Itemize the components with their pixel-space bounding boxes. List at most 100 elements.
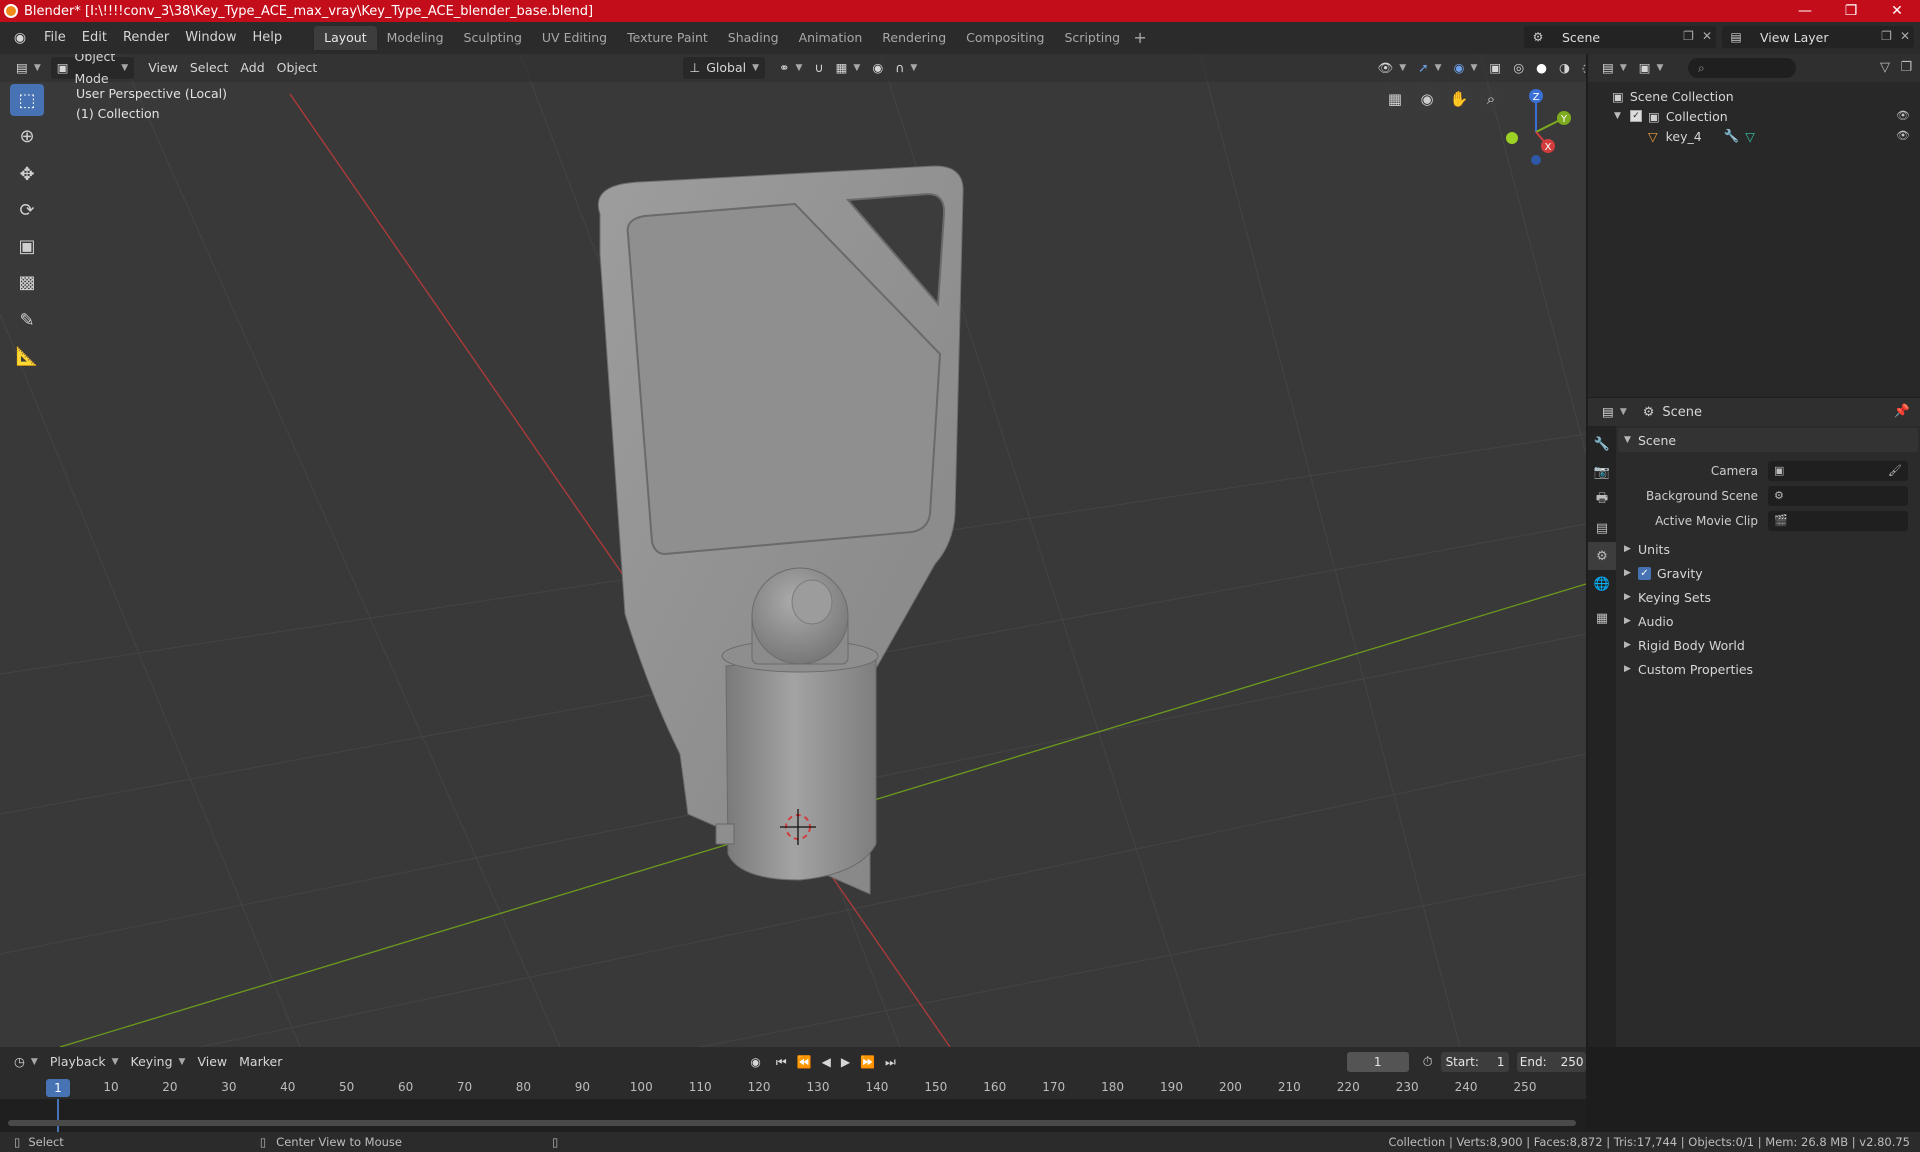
tab-sculpting[interactable]: Sculpting [454,26,532,50]
playhead-frame-marker[interactable]: 1 [46,1079,70,1097]
gizmo-toggle-icon[interactable]: ➚ ▼ [1412,57,1447,79]
duplicate-icon[interactable]: ❐ [1881,29,1892,43]
pivot-point-icon[interactable]: ⚭ ▼ [773,57,808,79]
shading-material-icon[interactable]: ◑ [1553,57,1576,79]
checkbox-icon[interactable]: ✓ [1630,110,1642,122]
expand-arrow-icon[interactable]: ▼ [1614,111,1630,121]
shading-wireframe-icon[interactable]: ◎ [1507,57,1530,79]
playback-menu[interactable]: Playback ▼ [44,1051,125,1073]
measure-tool-icon[interactable]: 📐 [10,340,44,372]
blender-menu-icon[interactable]: ◉ [10,28,30,48]
next-keyframe-icon[interactable]: ⏩ [860,1055,875,1069]
navigation-gizmo[interactable]: Z Y X [1492,84,1582,174]
texture-tab-icon[interactable]: ▦ [1588,604,1616,632]
close-icon[interactable]: ✕ [1874,0,1920,22]
gravity-panel[interactable]: ▶ ✓ Gravity [1618,561,1920,585]
tool-tab-icon[interactable]: 🔧 [1588,430,1616,458]
rigid-body-world-panel[interactable]: ▶ Rigid Body World [1618,633,1920,657]
tab-uv-editing[interactable]: UV Editing [532,26,617,50]
current-frame-field[interactable]: 1 [1346,1052,1409,1072]
eye-icon[interactable]: 👁 [1896,129,1910,142]
outliner-row-key-4[interactable]: ▽ key_4 🔧 ▽ 👁 [1588,126,1920,146]
annotate-tool-icon[interactable]: ✎ [10,304,44,336]
tab-layout[interactable]: Layout [314,26,377,50]
menu-file[interactable]: File [36,26,74,50]
menu-help[interactable]: Help [245,26,291,50]
shading-rendered-icon[interactable]: ◌▼ [1576,57,1586,79]
tab-modeling[interactable]: Modeling [377,26,454,50]
add-workspace-button[interactable]: + [1130,26,1150,50]
display-mode-icon[interactable]: ▣ ▼ [1633,57,1670,79]
grid-view-icon[interactable]: ▦ [1382,86,1408,112]
pan-hand-icon[interactable]: ✋ [1446,86,1472,112]
snap-icon[interactable]: ∪ [808,57,829,79]
background-scene-field[interactable]: ⚙ [1768,485,1908,506]
shading-solid-icon[interactable]: ● [1530,57,1553,79]
proportional-edit-icon[interactable]: ◉ [866,57,889,79]
move-tool-icon[interactable]: ✥ [10,158,44,190]
pin-icon[interactable]: 📌 [1894,404,1910,419]
scale-tool-icon[interactable]: ▣ [10,230,44,262]
mesh-data-icon[interactable]: ▽ [1745,129,1755,144]
visibility-icon[interactable]: 👁 ▼ [1371,57,1412,79]
end-frame-field[interactable]: End: 250 [1517,1052,1586,1072]
tab-rendering[interactable]: Rendering [872,26,956,50]
timeline-track[interactable] [0,1099,1586,1132]
camera-view-icon[interactable]: ◉ [1414,86,1440,112]
outliner-search-input[interactable]: ⌕ [1688,58,1796,78]
eye-icon[interactable]: 👁 [1896,109,1910,122]
marker-menu[interactable]: Marker [233,1051,288,1073]
keying-sets-panel[interactable]: ▶ Keying Sets [1618,585,1920,609]
timeline-ruler[interactable]: 1 10 20 30 40 50 60 70 80 90 100 110 120 130 140 150 160… [0,1077,1586,1099]
outliner-row-scene-collection[interactable]: ▣ Scene Collection [1588,86,1920,106]
timeline-editor-type-icon[interactable]: ◷ ▼ [8,1051,44,1073]
new-collection-icon[interactable]: ❐ [1900,60,1912,75]
prev-keyframe-icon[interactable]: ⏪ [797,1055,812,1069]
duplicate-icon[interactable]: ❐ [1683,29,1694,43]
output-tab-icon[interactable]: 🖶 [1588,486,1616,514]
3d-viewport[interactable]: ▤ ▼ ▣ Object Mode ▼ View Select Add Object … [0,54,1586,1047]
editor-type-icon[interactable]: ▤ ▼ [10,57,47,79]
transform-orientation-dropdown[interactable]: ⊥ Global ▼ [683,57,766,79]
close-icon[interactable]: ✕ [1900,29,1910,43]
view-layer-tab-icon[interactable]: ▤ [1588,514,1616,542]
tab-shading[interactable]: Shading [718,26,789,50]
cursor-tool-icon[interactable]: ⊕ [10,120,44,152]
render-tab-icon[interactable]: 📷 [1588,458,1616,486]
outliner-row-collection[interactable]: ▼ ✓ ▣ Collection 👁 [1588,106,1920,126]
tab-scripting[interactable]: Scripting [1055,26,1131,50]
minimize-icon[interactable]: — [1782,0,1828,22]
scene-panel-header[interactable]: ▼ Scene [1618,428,1918,452]
viewport-menu-object[interactable]: Object [271,57,324,79]
units-panel[interactable]: ▶ Units [1618,537,1920,561]
camera-field[interactable]: ▣ 🖌 [1768,460,1908,481]
timeline-view-menu[interactable]: View [191,1051,233,1073]
audio-panel[interactable]: ▶ Audio [1618,609,1920,633]
menu-window[interactable]: Window [177,26,244,50]
view-layer-selector[interactable]: ▤ View Layer ❐ ✕ [1722,26,1914,48]
timeline-scrollbar[interactable] [8,1120,1576,1126]
keying-menu[interactable]: Keying ▼ [125,1051,192,1073]
viewport-menu-view[interactable]: View [142,57,184,79]
menu-render[interactable]: Render [115,26,177,50]
custom-properties-panel[interactable]: ▶ Custom Properties [1618,657,1920,681]
filter-icon[interactable]: ▽ [1880,60,1890,75]
tab-compositing[interactable]: Compositing [956,26,1054,50]
play-icon[interactable]: ▶ [841,1055,850,1069]
falloff-icon[interactable]: ∩ ▼ [889,57,923,79]
tab-texture-paint[interactable]: Texture Paint [617,26,718,50]
select-box-tool-icon[interactable]: ⬚ [10,84,44,116]
snap-target-icon[interactable]: ▦ ▼ [830,57,867,79]
key-4-model[interactable] [598,165,964,895]
eyedropper-icon[interactable]: 🖌 [1888,464,1902,477]
scene-selector[interactable]: ⚙ Scene ❐ ✕ [1524,26,1716,48]
play-reverse-icon[interactable]: ◀ [822,1055,831,1069]
restore-icon[interactable]: ❐ [1828,0,1874,22]
tab-animation[interactable]: Animation [789,26,873,50]
viewport-menu-select[interactable]: Select [184,57,235,79]
properties-editor-type-icon[interactable]: ▤ ▼ [1596,401,1633,423]
menu-edit[interactable]: Edit [74,26,115,50]
record-icon[interactable]: ◉ [750,1055,760,1069]
start-frame-field[interactable]: Start: 1 [1440,1052,1510,1072]
modifier-wrench-icon[interactable]: 🔧 [1724,128,1740,144]
